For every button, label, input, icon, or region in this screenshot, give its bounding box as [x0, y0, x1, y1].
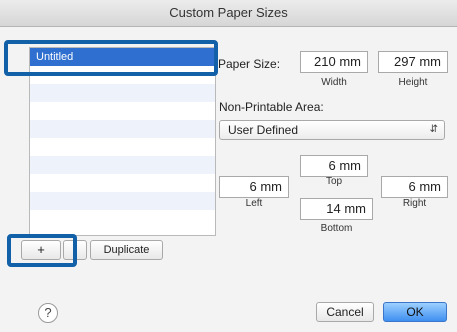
select-value: User Defined — [228, 123, 299, 137]
non-printable-area-select[interactable]: User Defined ⇵ — [219, 120, 445, 140]
window-title: Custom Paper Sizes — [169, 5, 288, 20]
add-highlight-frame — [7, 234, 77, 267]
right-label: Right — [402, 198, 427, 209]
bottom-margin-field[interactable]: 14 mm — [300, 198, 373, 220]
height-label: Height — [398, 77, 428, 88]
left-margin-field[interactable]: 6 mm — [219, 176, 289, 198]
paper-height-field[interactable]: 297 mm — [378, 51, 448, 73]
list-item[interactable] — [30, 174, 215, 192]
list-item[interactable] — [30, 120, 215, 138]
paper-width-field[interactable]: 210 mm — [300, 51, 368, 73]
title-bar: Custom Paper Sizes — [0, 0, 457, 27]
top-margin-field[interactable]: 6 mm — [300, 155, 368, 177]
list-item[interactable] — [30, 84, 215, 102]
cancel-button[interactable]: Cancel — [316, 302, 374, 322]
list-highlight-frame — [4, 40, 218, 76]
up-down-arrows-icon: ⇵ — [429, 124, 438, 135]
list-item[interactable] — [30, 192, 215, 210]
list-item[interactable] — [30, 156, 215, 174]
paper-size-label: Paper Size: — [218, 57, 281, 71]
right-margin-field[interactable]: 6 mm — [381, 176, 448, 198]
top-label: Top — [325, 176, 343, 187]
bottom-label: Bottom — [320, 223, 353, 234]
left-label: Left — [245, 198, 263, 209]
non-printable-area-label: Non-Printable Area: — [219, 100, 324, 114]
list-item[interactable] — [30, 138, 215, 156]
ok-button[interactable]: OK — [383, 302, 447, 322]
list-item[interactable] — [30, 210, 215, 228]
list-item[interactable] — [30, 102, 215, 120]
help-icon[interactable]: ? — [38, 303, 58, 323]
duplicate-button[interactable]: Duplicate — [90, 240, 163, 260]
width-label: Width — [321, 77, 347, 88]
